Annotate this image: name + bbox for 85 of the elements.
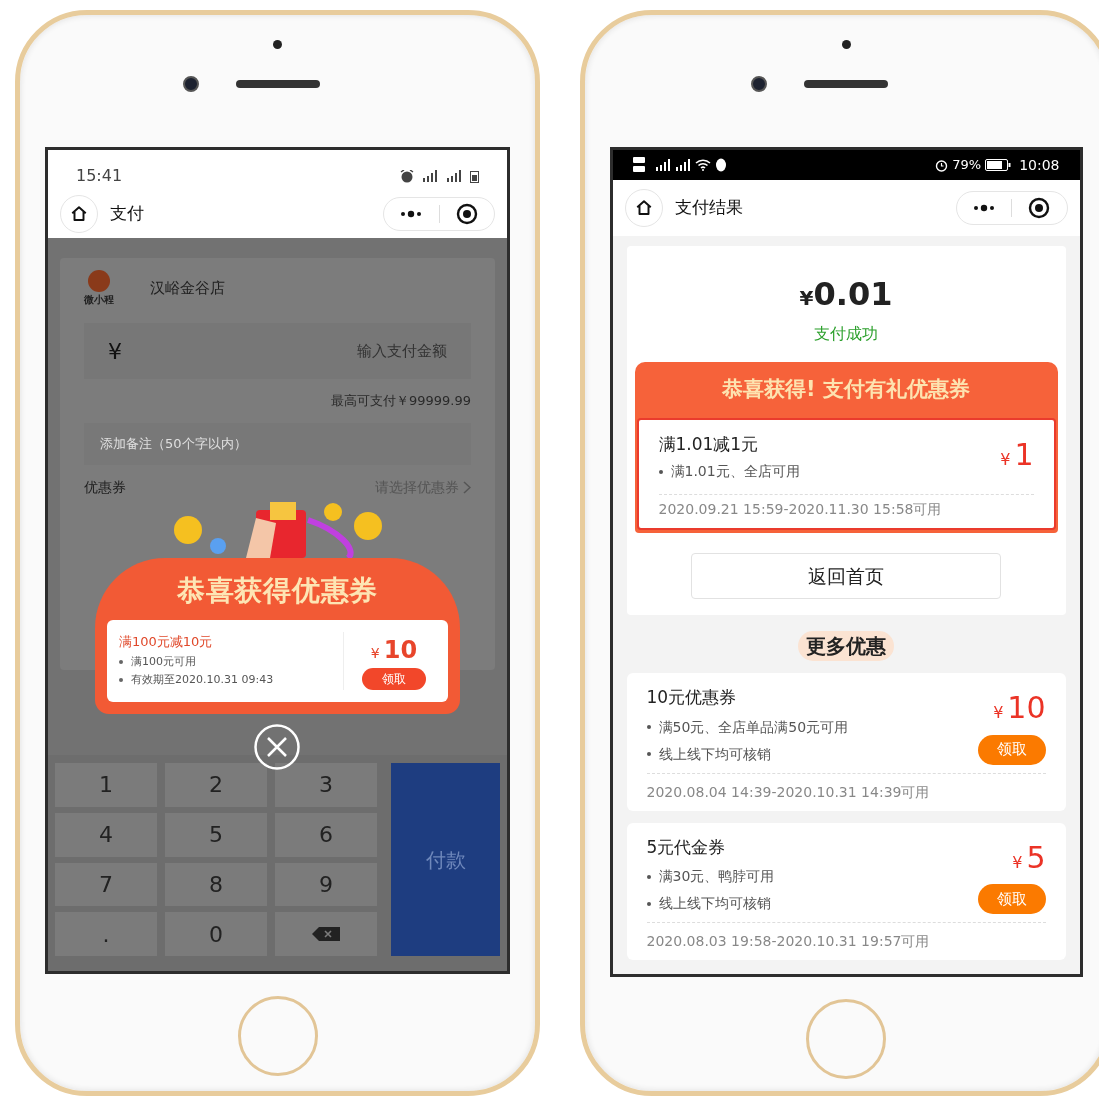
page-title: 支付 bbox=[110, 202, 144, 226]
signal-icon bbox=[674, 159, 691, 171]
keypad-key[interactable]: 4 bbox=[55, 812, 157, 857]
coupon-condition: 满30元、鸭脖可用 bbox=[658, 867, 775, 886]
coupon-name: 满1.01减1元 bbox=[658, 432, 760, 456]
amount-placeholder: 输入支付金额 bbox=[357, 340, 447, 362]
coupon-value: 10 bbox=[383, 635, 418, 666]
backspace-icon bbox=[312, 927, 340, 942]
page-title: 支付结果 bbox=[674, 196, 743, 220]
store-name: 汉峪金谷店 bbox=[150, 278, 225, 300]
keypad-key[interactable]: . bbox=[55, 912, 157, 956]
coupon-name: 10元优惠券 bbox=[646, 686, 738, 709]
signal-icon bbox=[422, 170, 438, 182]
store-logo bbox=[88, 270, 110, 292]
keypad-key[interactable]: 5 bbox=[165, 812, 267, 857]
coupon-condition: 满50元、全店单品满50元可用 bbox=[658, 717, 849, 737]
coupon-validity: 2020.08.03 19:58-2020.10.31 19:57可用 bbox=[646, 932, 931, 951]
payment-status: 支付成功 bbox=[814, 323, 878, 345]
logo-text: 微小程 bbox=[84, 293, 114, 307]
alarm-icon bbox=[935, 158, 949, 172]
alarm-icon bbox=[400, 169, 414, 183]
max-amount-hint: 最高可支付￥99999.99 bbox=[330, 392, 471, 410]
bullet-icon bbox=[119, 678, 123, 683]
keypad-key[interactable]: 7 bbox=[55, 862, 157, 907]
wifi-icon bbox=[694, 159, 711, 171]
coupon-condition: 有效期至2020.10.31 09:43 bbox=[131, 672, 274, 688]
keypad-key[interactable]: 3 bbox=[275, 763, 377, 807]
claim-button[interactable]: 领取 bbox=[977, 734, 1046, 765]
coupon-name: 满100元减10元 bbox=[119, 633, 214, 651]
keypad-key[interactable]: 1 bbox=[55, 763, 157, 807]
popup-title: 恭喜获得优惠券 bbox=[177, 573, 378, 609]
home-button[interactable] bbox=[60, 195, 98, 233]
claim-button[interactable]: 领取 bbox=[977, 884, 1046, 914]
bullet-icon bbox=[646, 752, 651, 756]
coupon-label: 优惠券 bbox=[84, 477, 126, 497]
coupon-condition: 线上线下均可核销 bbox=[658, 744, 771, 764]
amount-currency: ¥ bbox=[799, 286, 814, 312]
amount-field[interactable]: ¥ 输入支付金额 bbox=[84, 323, 471, 379]
claim-button[interactable]: 领取 bbox=[362, 668, 426, 690]
back-home-button[interactable]: 返回首页 bbox=[691, 553, 1001, 599]
home-button[interactable] bbox=[624, 189, 663, 227]
paid-amount: 0.01 bbox=[813, 274, 893, 315]
camera-lens bbox=[182, 76, 199, 92]
signal-icon bbox=[654, 159, 671, 171]
bullet-icon bbox=[646, 874, 651, 879]
close-icon[interactable] bbox=[253, 723, 301, 771]
gift-banner-title: 恭喜获得! 支付有礼优惠券 bbox=[722, 376, 970, 403]
keypad-key[interactable]: 0 bbox=[165, 912, 267, 956]
battery-percent: 79% bbox=[952, 156, 982, 175]
keypad-key[interactable]: 8 bbox=[165, 862, 267, 907]
coupon-currency: ¥ bbox=[993, 702, 1004, 724]
keypad-key[interactable]: 2 bbox=[165, 763, 267, 807]
bullet-icon bbox=[658, 469, 663, 474]
chevron-right-icon bbox=[463, 480, 471, 494]
status-time: 10:08 bbox=[1019, 155, 1060, 175]
battery-icon bbox=[470, 169, 479, 183]
section-title: 更多优惠 bbox=[798, 631, 894, 661]
pay-button[interactable]: 付款 bbox=[391, 763, 500, 956]
camera-lens bbox=[751, 76, 767, 92]
coupon-currency: ¥ bbox=[1000, 448, 1011, 471]
signal-icon bbox=[446, 170, 462, 182]
keypad-key[interactable]: 9 bbox=[275, 862, 377, 907]
currency-sign: ¥ bbox=[108, 337, 122, 366]
status-time: 15:41 bbox=[76, 165, 123, 187]
bullet-icon bbox=[646, 725, 651, 729]
remark-placeholder: 添加备注（50个字以内） bbox=[100, 434, 247, 453]
coupon-condition: 满1.01元、全店可用 bbox=[670, 462, 800, 481]
remark-field[interactable]: 添加备注（50个字以内） bbox=[84, 422, 471, 465]
coupon-value: 10 bbox=[1007, 689, 1046, 727]
coupon-name: 5元代金券 bbox=[646, 835, 727, 859]
home-icon bbox=[634, 199, 653, 217]
coupon-condition: 线上线下均可核销 bbox=[658, 894, 771, 913]
coupon-currency: ¥ bbox=[1012, 851, 1023, 874]
coupon-condition: 满100元可用 bbox=[131, 653, 196, 670]
bullet-icon bbox=[119, 659, 123, 664]
backspace-key[interactable] bbox=[275, 912, 377, 956]
coupon-validity: 2020.08.04 14:39-2020.10.31 14:39可用 bbox=[646, 782, 931, 802]
coupon-value: 1 bbox=[1014, 435, 1034, 474]
coupon-currency: ¥ bbox=[370, 644, 380, 663]
keypad-key[interactable]: 6 bbox=[275, 812, 377, 857]
battery-icon bbox=[985, 159, 1012, 171]
home-icon bbox=[70, 205, 88, 223]
bullet-icon bbox=[646, 901, 651, 906]
coupon-validity: 2020.09.21 15:59-2020.11.30 15:58可用 bbox=[658, 500, 943, 519]
coupon-value: 5 bbox=[1026, 838, 1046, 877]
